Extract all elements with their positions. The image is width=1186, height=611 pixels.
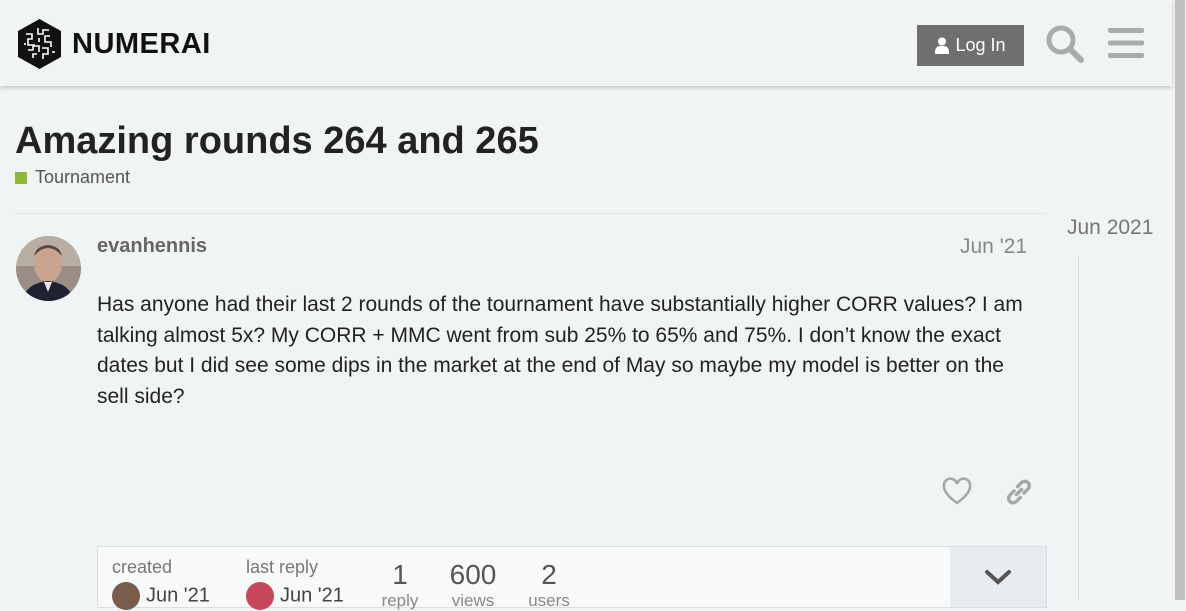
numerai-logo-icon <box>18 19 61 69</box>
last-replier-avatar <box>246 582 274 610</box>
brand-name: NUMERAI <box>72 27 211 60</box>
hamburger-menu-icon[interactable] <box>1108 26 1144 60</box>
post-author-avatar[interactable] <box>16 236 81 301</box>
login-label: Log In <box>955 35 1006 55</box>
last-reply-row: Jun '21 <box>246 582 344 610</box>
category-color-swatch <box>15 171 27 184</box>
page-scrollbar[interactable] <box>1172 0 1186 600</box>
created-info[interactable]: created Jun '21 <box>112 557 210 610</box>
views-label: views <box>451 591 495 610</box>
scrollbar-thumb[interactable] <box>1175 0 1185 600</box>
last-reply-label: last reply <box>246 557 319 577</box>
users-stat: 2 users <box>522 559 576 611</box>
topic-map-expand-button[interactable] <box>950 547 1046 607</box>
users-count: 2 <box>541 559 557 590</box>
category-label: Tournament <box>35 167 131 187</box>
user-icon <box>935 37 950 54</box>
link-icon[interactable] <box>1004 477 1034 507</box>
views-stat: 600 views <box>444 559 502 611</box>
category-badge[interactable]: Tournament <box>15 167 130 188</box>
users-label: users <box>528 591 570 610</box>
search-icon[interactable] <box>1045 24 1085 64</box>
last-reply-date: Jun '21 <box>280 584 344 607</box>
views-count: 600 <box>449 559 497 590</box>
avatar-image <box>16 236 81 301</box>
replies-stat: 1 reply <box>376 559 424 611</box>
chevron-down-icon <box>985 570 1011 585</box>
timeline-scrubber[interactable] <box>1078 256 1079 600</box>
post-body: Has anyone had their last 2 rounds of th… <box>97 293 1023 408</box>
post-username[interactable]: evanhennis <box>97 235 207 258</box>
numerai-logo[interactable]: NUMERAI <box>16 18 211 70</box>
heart-icon[interactable] <box>942 477 972 507</box>
last-reply-info[interactable]: last reply Jun '21 <box>246 557 344 610</box>
created-date: Jun '21 <box>146 584 210 607</box>
timeline-date[interactable]: Jun 2021 <box>1067 216 1153 240</box>
title-divider <box>15 213 1045 214</box>
replies-count: 1 <box>392 559 408 590</box>
topic-title[interactable]: Amazing rounds 264 and 265 <box>15 120 539 163</box>
post-date[interactable]: Jun '21 <box>960 235 1027 259</box>
created-row: Jun '21 <box>112 582 210 610</box>
site-header: NUMERAI Log In <box>0 0 1172 86</box>
login-button[interactable]: Log In <box>917 25 1024 66</box>
created-label: created <box>112 557 173 577</box>
replies-label: reply <box>381 591 419 610</box>
topic-map: created Jun '21 last reply Jun '21 1 rep… <box>97 546 1047 611</box>
creator-avatar <box>112 582 140 610</box>
